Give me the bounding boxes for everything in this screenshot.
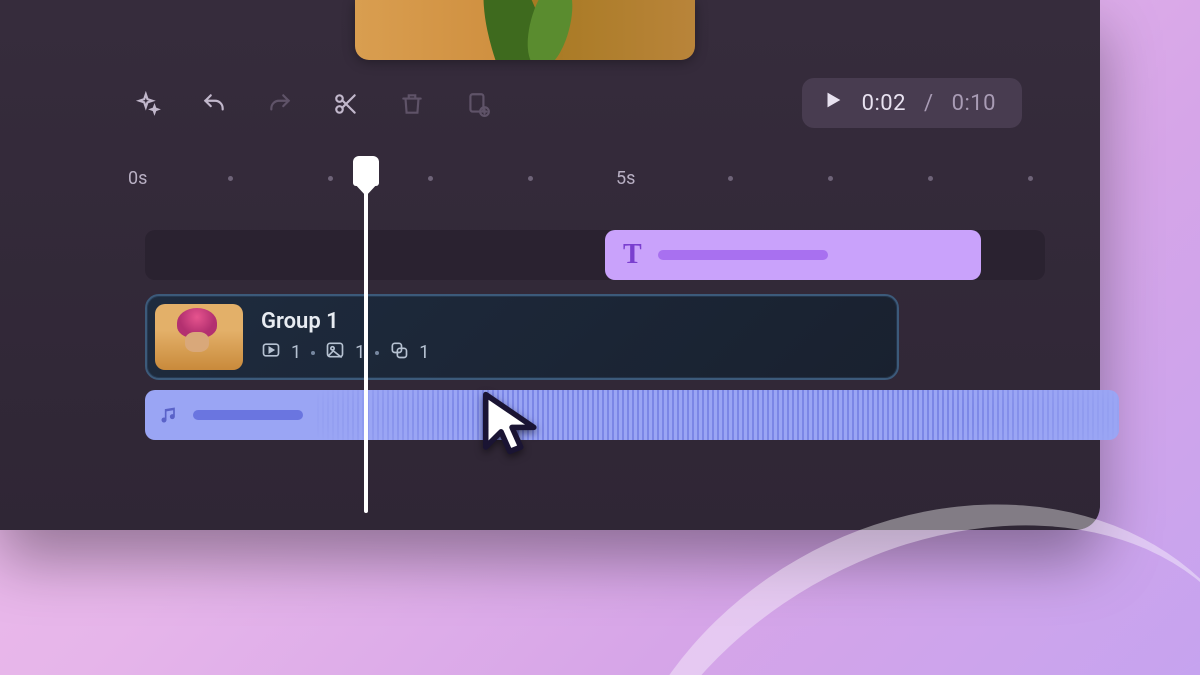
- editor-panel: 0:02 / 0:10 0s 5s T: [0, 0, 1100, 530]
- ruler-tick: [1028, 176, 1033, 181]
- text-clip-content-bar: [658, 250, 828, 260]
- duplicate-button[interactable]: [458, 84, 498, 124]
- image-icon: [325, 340, 345, 365]
- ruler-tick: [828, 176, 833, 181]
- timeline-toolbar: [128, 84, 498, 124]
- preview-thumbnail: [355, 0, 695, 60]
- ruler-tick: [328, 176, 333, 181]
- track-slot-group[interactable]: Group 1 1 1 1: [145, 294, 1045, 376]
- ruler-tick: [528, 176, 533, 181]
- ruler-label: 0s: [128, 168, 147, 189]
- group-clip[interactable]: Group 1 1 1 1: [145, 294, 899, 380]
- trash-icon: [399, 91, 425, 117]
- group-clip-thumbnail: [155, 304, 243, 370]
- audio-level-bar: [193, 410, 303, 420]
- group-clip-info: Group 1 1 1 1: [261, 309, 429, 365]
- playback-control[interactable]: 0:02 / 0:10: [802, 78, 1022, 128]
- shape-icon: [389, 340, 409, 365]
- video-count: 1: [291, 342, 301, 363]
- meta-separator: [375, 351, 379, 355]
- app-background: 0:02 / 0:10 0s 5s T: [0, 0, 1200, 675]
- text-icon: T: [623, 239, 642, 271]
- audio-waveform: [317, 390, 1119, 440]
- ruler-tick: [428, 176, 433, 181]
- group-clip-meta: 1 1 1: [261, 340, 429, 365]
- total-time: 0:10: [952, 91, 996, 116]
- current-time: 0:02: [862, 91, 906, 116]
- audio-clip[interactable]: [145, 390, 1119, 440]
- ruler-tick: [728, 176, 733, 181]
- redo-button[interactable]: [260, 84, 300, 124]
- image-count: 1: [355, 342, 365, 363]
- music-note-icon: [159, 405, 179, 425]
- ruler-tick: [228, 176, 233, 181]
- group-clip-name: Group 1: [261, 309, 429, 334]
- video-icon: [261, 340, 281, 365]
- sparkle-icon: [135, 91, 161, 117]
- shape-count: 1: [419, 342, 429, 363]
- scissors-icon: [333, 91, 359, 117]
- redo-icon: [267, 91, 293, 117]
- delete-button[interactable]: [392, 84, 432, 124]
- undo-icon: [201, 91, 227, 117]
- meta-separator: [311, 351, 315, 355]
- ruler-label: 5s: [616, 168, 635, 189]
- timeline-ruler[interactable]: 0s 5s: [128, 168, 1055, 192]
- text-clip[interactable]: T: [605, 230, 981, 280]
- ruler-tick: [928, 176, 933, 181]
- play-icon: [822, 89, 844, 117]
- effects-button[interactable]: [128, 84, 168, 124]
- split-button[interactable]: [326, 84, 366, 124]
- track-slot-audio[interactable]: [145, 390, 1045, 440]
- copy-plus-icon: [465, 91, 491, 117]
- time-separator: /: [924, 91, 934, 116]
- undo-button[interactable]: [194, 84, 234, 124]
- track-slot-text[interactable]: T: [145, 230, 1045, 280]
- timeline-tracks: T Group 1 1 1: [145, 230, 1045, 454]
